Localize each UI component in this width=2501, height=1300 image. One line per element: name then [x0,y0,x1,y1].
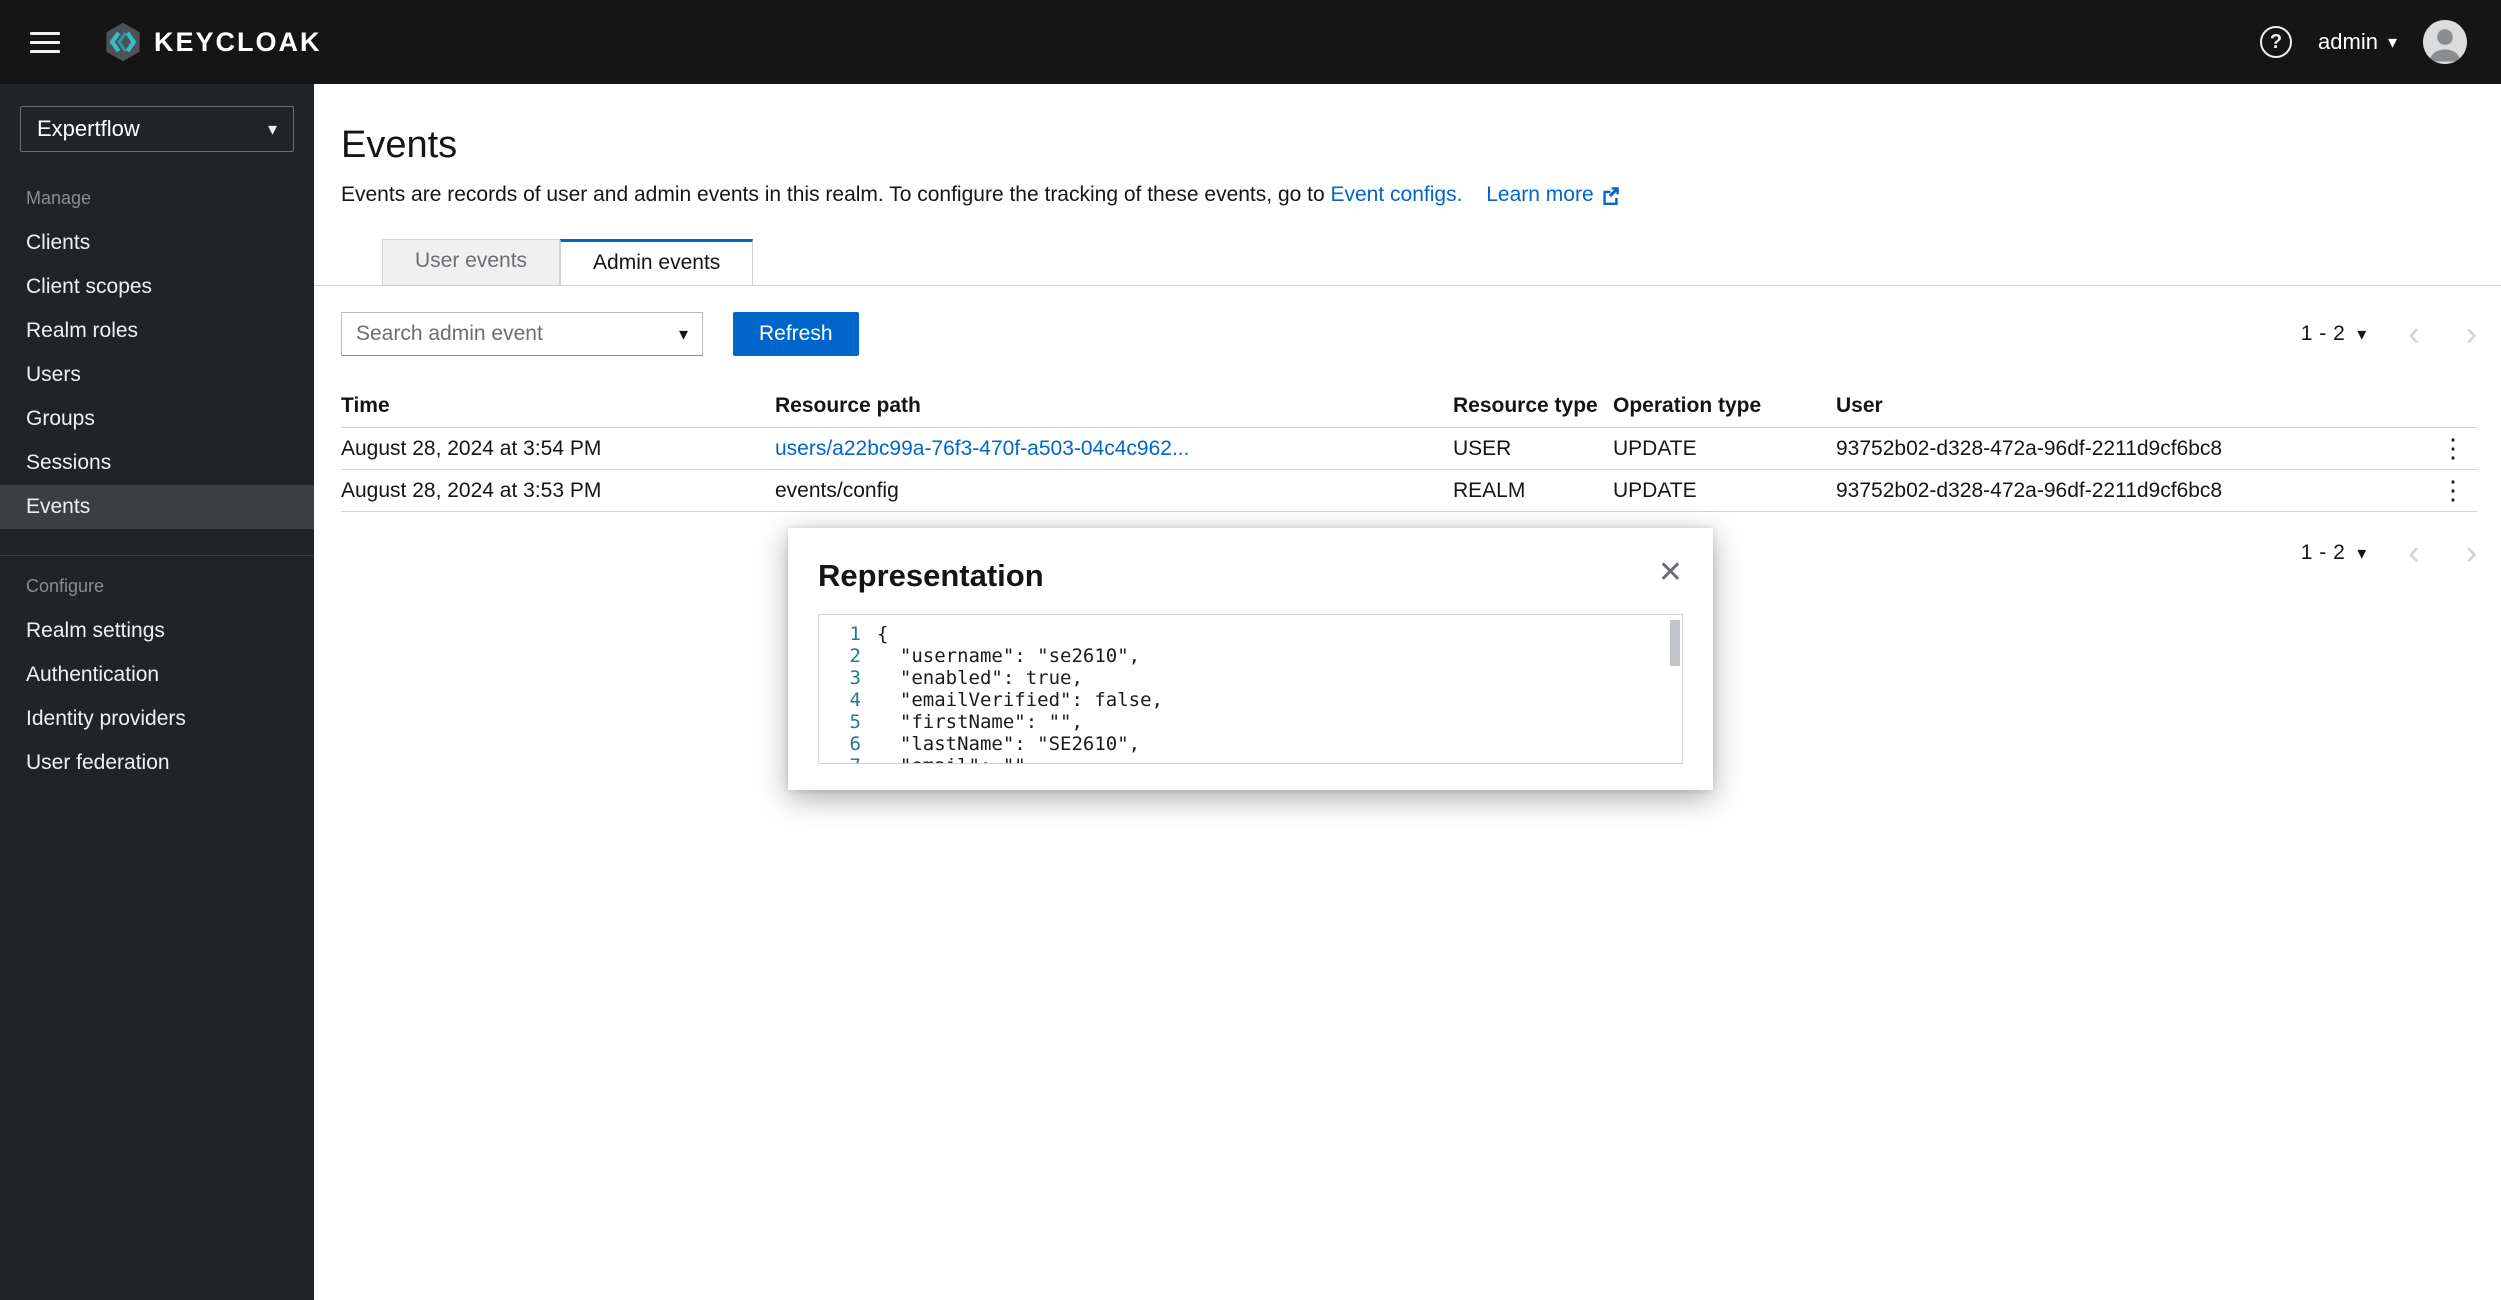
realm-name: Expertflow [37,116,140,142]
column-resource-path: Resource path [775,394,1453,418]
description-text: Events are records of user and admin eve… [341,183,1325,206]
tabs: User events Admin events [314,239,2501,286]
sidebar-item-user-federation[interactable]: User federation [0,741,314,785]
avatar-person-icon [2423,20,2467,64]
cell-time: August 28, 2024 at 3:54 PM [341,437,775,461]
realm-selector[interactable]: Expertflow ▾ [20,106,294,152]
pagination-menu-caret-icon[interactable]: ▾ [2357,325,2366,343]
code-line: { [877,623,1682,645]
cell-resource-type: USER [1453,437,1613,461]
sidebar-item-identity-providers[interactable]: Identity providers [0,697,314,741]
table-header-row: Time Resource path Resource type Operati… [341,384,2477,428]
cell-time: August 28, 2024 at 3:53 PM [341,479,775,503]
brand-logo: KEYCLOAK [102,21,322,63]
refresh-button[interactable]: Refresh [733,312,859,356]
username-label: admin [2318,29,2378,55]
learn-more-link[interactable]: Learn more [1486,183,1619,207]
cell-operation-type: UPDATE [1613,437,1836,461]
code-line: "username": "se2610", [877,645,1682,667]
keycloak-logo-icon [102,21,144,63]
pagination-top: 1 - 2 ▾ ‹ › [2301,317,2477,351]
external-link-icon [1601,186,1620,205]
menu-toggle-icon[interactable] [30,26,60,59]
toolbar: ▾ Refresh 1 - 2 ▾ ‹ › [314,286,2501,356]
tab-user-events[interactable]: User events [382,239,560,285]
pagination-range: 1 - 2 [2301,541,2346,565]
nav-section-configure: Configure [0,556,314,609]
search-admin-event-dropdown[interactable]: ▾ [341,312,703,356]
pagination-range: 1 - 2 [2301,322,2346,346]
masthead: KEYCLOAK ? admin ▾ [0,0,2501,84]
admin-events-table: Time Resource path Resource type Operati… [341,384,2477,512]
chevron-down-icon[interactable]: ▾ [679,324,688,345]
chevron-down-icon: ▾ [268,120,277,138]
sidebar-item-clients[interactable]: Clients [0,221,314,265]
code-line: "lastName": "SE2610", [877,733,1682,755]
next-page-icon[interactable]: › [2466,317,2477,351]
code-editor[interactable]: 1 2 3 4 5 6 7 { "username": "se2610", "e… [818,614,1683,764]
cell-resource-path: events/config [775,479,1453,503]
cell-user: 93752b02-d328-472a-96df-2211d9cf6bc8 [1836,479,2429,503]
table-row: August 28, 2024 at 3:54 PM users/a22bc99… [341,428,2477,470]
editor-scrollbar[interactable] [1670,620,1680,666]
page-title: Events [341,124,2477,167]
column-resource-type: Resource type [1453,394,1613,418]
column-user: User [1836,394,2429,418]
sidebar-item-authentication[interactable]: Authentication [0,653,314,697]
resource-path-link[interactable]: users/a22bc99a-76f3-470f-a503-04c4c962..… [775,437,1189,460]
representation-modal: Representation ✕ 1 2 3 4 5 6 7 { "userna… [788,528,1713,790]
previous-page-icon[interactable]: ‹ [2408,536,2419,570]
code-content[interactable]: { "username": "se2610", "enabled": true,… [877,615,1682,763]
brand-name: KEYCLOAK [154,27,322,58]
avatar[interactable] [2423,20,2467,64]
sidebar: Expertflow ▾ Manage Clients Client scope… [0,84,314,1300]
cell-resource-type: REALM [1453,479,1613,503]
code-line: "enabled": true, [877,667,1682,689]
sidebar-item-client-scopes[interactable]: Client scopes [0,265,314,309]
pagination-bottom: 1 - 2 ▾ ‹ › [2301,536,2477,570]
column-operation-type: Operation type [1613,394,1836,418]
row-actions-kebab-icon[interactable]: ⋮ [2429,475,2477,506]
modal-title: Representation [818,558,1044,594]
help-icon[interactable]: ? [2260,26,2292,58]
previous-page-icon[interactable]: ‹ [2408,317,2419,351]
code-line: "firstName": "", [877,711,1682,733]
nav-section-manage: Manage [0,162,314,221]
line-number-gutter: 1 2 3 4 5 6 7 [819,615,877,763]
next-page-icon[interactable]: › [2466,536,2477,570]
sidebar-item-realm-settings[interactable]: Realm settings [0,609,314,653]
cell-operation-type: UPDATE [1613,479,1836,503]
chevron-down-icon: ▾ [2388,33,2397,51]
sidebar-item-sessions[interactable]: Sessions [0,441,314,485]
search-input[interactable] [356,322,679,346]
tab-admin-events[interactable]: Admin events [560,239,753,285]
sidebar-item-realm-roles[interactable]: Realm roles [0,309,314,353]
sidebar-item-groups[interactable]: Groups [0,397,314,441]
cell-user: 93752b02-d328-472a-96df-2211d9cf6bc8 [1836,437,2429,461]
code-line: "email": "", [877,755,1682,764]
table-row: August 28, 2024 at 3:53 PM events/config… [341,470,2477,512]
user-menu[interactable]: admin ▾ [2318,29,2397,55]
page-description: Events are records of user and admin eve… [341,183,2477,207]
column-time: Time [341,394,775,418]
row-actions-kebab-icon[interactable]: ⋮ [2429,433,2477,464]
sidebar-item-events[interactable]: Events [0,485,314,529]
event-configs-link[interactable]: Event configs. [1331,183,1463,206]
code-line: "emailVerified": false, [877,689,1682,711]
close-icon[interactable]: ✕ [1658,558,1683,588]
pagination-menu-caret-icon[interactable]: ▾ [2357,544,2366,562]
sidebar-item-users[interactable]: Users [0,353,314,397]
